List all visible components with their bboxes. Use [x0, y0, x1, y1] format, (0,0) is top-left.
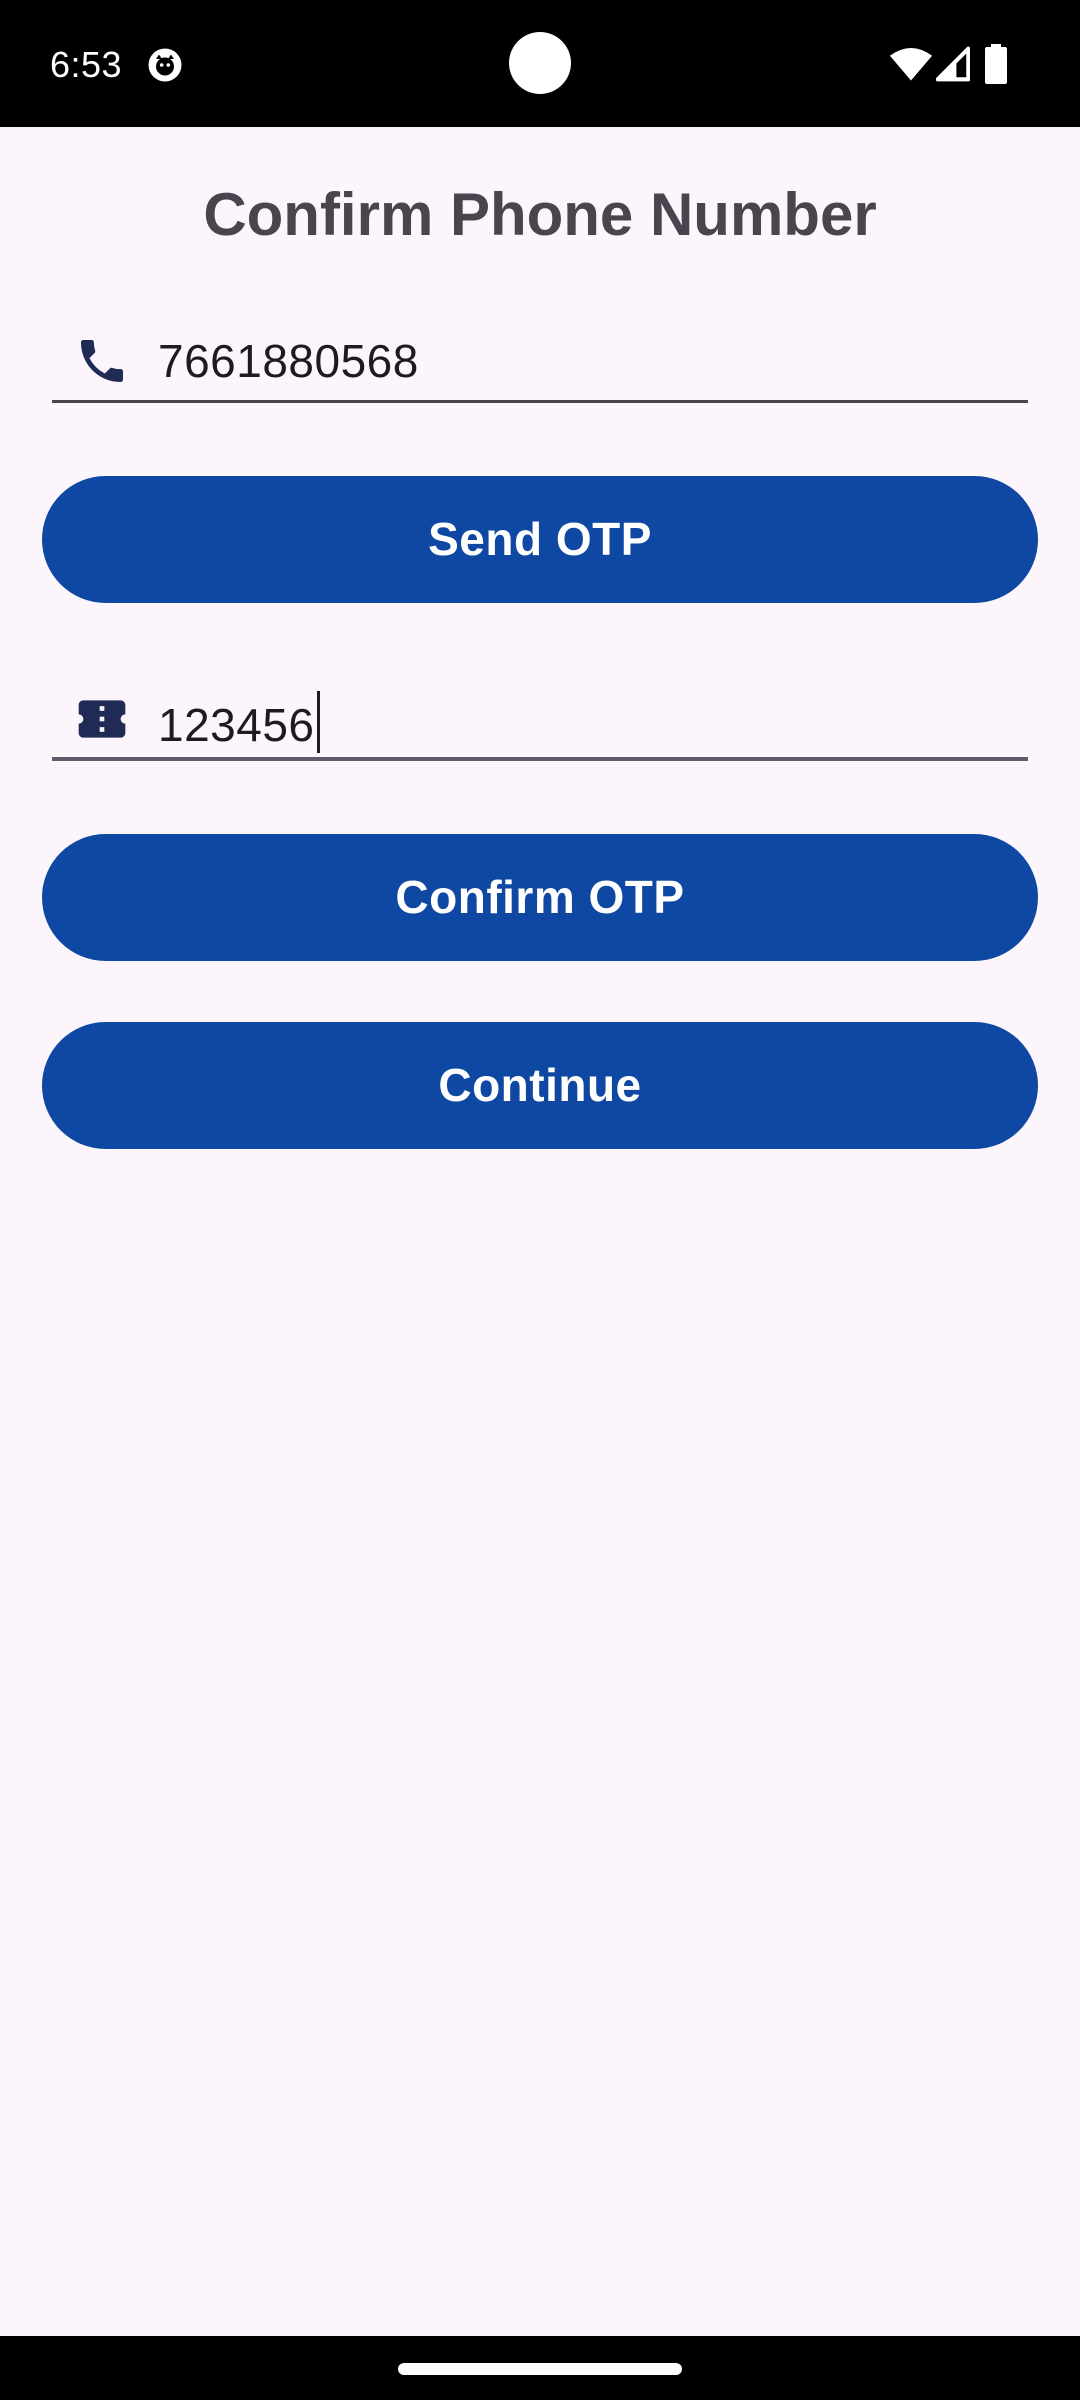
send-otp-button[interactable]: Send OTP	[42, 476, 1038, 603]
home-gesture-handle[interactable]	[398, 2363, 682, 2375]
text-cursor	[316, 691, 320, 753]
battery-icon	[985, 44, 1007, 84]
status-time: 6:53	[50, 44, 123, 85]
cat-face-icon	[148, 48, 182, 82]
status-bar: 6:53	[0, 0, 1080, 127]
otp-field[interactable]: 123456	[52, 671, 1028, 761]
otp-field-underline	[52, 757, 1028, 761]
phone-field-underline	[52, 400, 1028, 403]
otp-value: 123456	[158, 691, 320, 753]
confirm-otp-button[interactable]: Confirm OTP	[42, 834, 1038, 961]
page-title: Confirm Phone Number	[203, 181, 877, 248]
navigation-bar	[0, 2336, 1080, 2400]
otp-text: 123456	[158, 699, 315, 751]
phone-number-value: 7661880568	[158, 335, 419, 387]
signal-icon	[936, 46, 970, 82]
continue-button[interactable]: Continue	[42, 1022, 1038, 1149]
ticket-icon	[78, 700, 126, 738]
wifi-icon	[889, 47, 933, 81]
phone-icon	[81, 340, 123, 382]
phone-number-field[interactable]: 7661880568	[52, 313, 1028, 403]
camera-cutout	[509, 32, 571, 94]
